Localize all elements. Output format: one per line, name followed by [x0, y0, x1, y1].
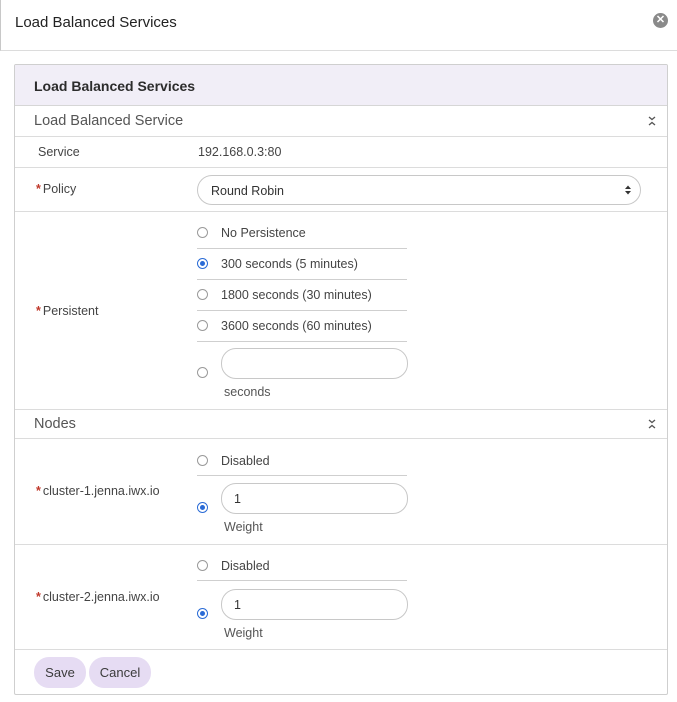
- node-label: * cluster-1.jenna.iwx.io: [36, 484, 160, 498]
- service-value: 192.168.0.3:80: [198, 145, 282, 159]
- weight-label: Weight: [224, 626, 263, 640]
- node-name: cluster-2.jenna.iwx.io: [42, 590, 160, 604]
- persistent-row: * Persistent No Persistence 300 seconds (…: [15, 212, 667, 410]
- node-row: *cluster-2.jenna.iwx.io Disabled Weight: [15, 545, 667, 650]
- policy-selected-value: Round Robin: [211, 184, 284, 198]
- dialog-header: Load Balanced Services ✕: [0, 0, 677, 51]
- policy-label-text: Policy: [42, 182, 77, 196]
- load-balanced-services-panel: Load Balanced Services Load Balanced Ser…: [14, 64, 668, 695]
- required-mark: *: [36, 590, 41, 604]
- panel-heading-title: Load Balanced Services: [34, 78, 196, 94]
- service-label: Service: [38, 145, 80, 159]
- persistent-option-label: 300 seconds (5 minutes): [221, 257, 358, 271]
- persistent-radio-custom[interactable]: [197, 367, 208, 378]
- persistent-option-1800[interactable]: 1800 seconds (30 minutes): [197, 280, 407, 311]
- nodes-section-header: Nodes: [15, 410, 667, 439]
- node-weight-radio[interactable]: [197, 608, 208, 619]
- persistent-option-300[interactable]: 300 seconds (5 minutes): [197, 249, 407, 280]
- node-disabled-label: Disabled: [221, 559, 270, 573]
- node-weight-option: Weight: [197, 589, 408, 645]
- node-label: * cluster-2.jenna.iwx.io: [36, 590, 160, 604]
- persistent-label: * Persistent: [36, 304, 98, 318]
- required-mark: *: [36, 304, 41, 318]
- nodes-section-title: Nodes: [34, 416, 76, 432]
- dialog-title: Load Balanced Services: [15, 14, 177, 31]
- node-disabled-radio[interactable]: [197, 560, 208, 571]
- form-footer: Save Cancel: [15, 650, 667, 694]
- weight-label: Weight: [224, 520, 263, 534]
- collapse-chevrons-icon[interactable]: [647, 417, 657, 431]
- persistent-option-3600[interactable]: 3600 seconds (60 minutes): [197, 311, 407, 342]
- policy-row: * Policy Round Robin: [15, 168, 667, 212]
- node-weight-input[interactable]: [221, 483, 408, 514]
- service-section-header: Load Balanced Service: [15, 106, 667, 137]
- persistent-radio-3[interactable]: [197, 320, 208, 331]
- node-name: cluster-1.jenna.iwx.io: [42, 484, 160, 498]
- persistent-seconds-input[interactable]: [221, 348, 408, 379]
- persistent-option-label: No Persistence: [221, 226, 306, 240]
- save-button[interactable]: Save: [34, 657, 86, 688]
- node-weight-option: Weight: [197, 483, 408, 539]
- node-row: *cluster-1.jenna.iwx.io Disabled Weight: [15, 439, 667, 545]
- cancel-button[interactable]: Cancel: [89, 657, 151, 688]
- persistent-option-custom: seconds: [197, 348, 408, 404]
- service-section-title: Load Balanced Service: [34, 113, 184, 129]
- persistent-option-label: 1800 seconds (30 minutes): [221, 288, 372, 302]
- node-disabled-option[interactable]: Disabled: [197, 445, 407, 476]
- node-disabled-radio[interactable]: [197, 455, 208, 466]
- node-disabled-option[interactable]: Disabled: [197, 550, 407, 581]
- node-weight-radio[interactable]: [197, 502, 208, 513]
- node-weight-input[interactable]: [221, 589, 408, 620]
- policy-select[interactable]: Round Robin: [197, 175, 641, 205]
- close-icon[interactable]: ✕: [653, 13, 668, 28]
- panel-heading: Load Balanced Services: [15, 65, 667, 106]
- required-mark: *: [36, 484, 41, 498]
- persistent-radio-2[interactable]: [197, 289, 208, 300]
- select-arrows-icon: [625, 185, 631, 195]
- service-row: Service 192.168.0.3:80: [15, 137, 667, 168]
- node-disabled-label: Disabled: [221, 454, 270, 468]
- collapse-chevrons-icon[interactable]: [647, 114, 657, 128]
- seconds-label: seconds: [224, 385, 271, 399]
- policy-label: * Policy: [36, 182, 76, 196]
- persistent-radio-1[interactable]: [197, 258, 208, 269]
- required-mark: *: [36, 182, 41, 196]
- persistent-option-no-persistence[interactable]: No Persistence: [197, 218, 407, 249]
- persistent-label-text: Persistent: [42, 304, 99, 318]
- persistent-option-label: 3600 seconds (60 minutes): [221, 319, 372, 333]
- persistent-radio-0[interactable]: [197, 227, 208, 238]
